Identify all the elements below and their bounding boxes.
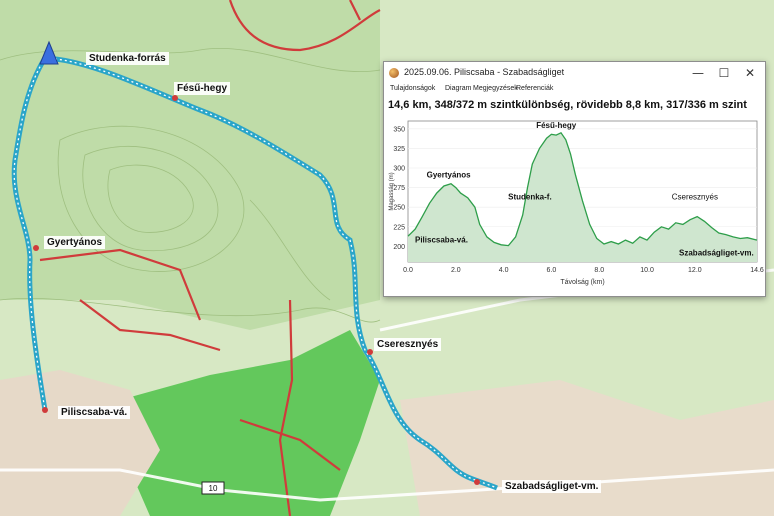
y-tick-label: 300 — [393, 166, 405, 173]
x-tick-label: 14.6 — [750, 267, 764, 274]
x-tick-label: 12.0 — [688, 267, 702, 274]
map-label-studenka-forras: Studenka-forrás — [86, 52, 169, 65]
chart-annotation: Gyertyános — [427, 170, 472, 179]
menu-bar: Tulajdonságok Diagram Megjegyzések Refer… — [384, 84, 765, 97]
app-icon — [389, 68, 399, 78]
y-tick-label: 350 — [393, 126, 405, 133]
y-axis-label: Magasság (m) — [389, 172, 395, 210]
chart-annotation: Szabadságliget-vm. — [679, 249, 754, 258]
menu-diagram[interactable]: Diagram — [445, 85, 471, 92]
y-tick-label: 325 — [393, 146, 405, 153]
x-tick-label: 2.0 — [451, 267, 461, 274]
chart-annotation: Fésű-hegy — [536, 121, 577, 130]
map-label-cseresznyes: Cseresznyés — [374, 338, 442, 351]
waypoint-dot — [367, 349, 373, 355]
menu-notes[interactable]: Megjegyzések — [473, 85, 518, 92]
map-label-gyertyanos: Gyertyános — [44, 236, 106, 249]
map-label-piliscsaba-va: Piliscsaba-vá. — [58, 406, 131, 419]
road-number: 10 — [209, 484, 218, 493]
y-tick-label: 275 — [393, 185, 405, 192]
chart-annotation: Cseresznyés — [672, 192, 718, 201]
x-tick-label: 4.0 — [499, 267, 509, 274]
route-summary: 14,6 km, 348/372 m szintkülönbség, rövid… — [388, 99, 747, 111]
minimize-button[interactable]: — — [687, 64, 709, 82]
menu-properties[interactable]: Tulajdonságok — [390, 85, 435, 92]
maximize-button[interactable]: ☐ — [713, 64, 735, 82]
menu-references[interactable]: Referenciák — [516, 85, 553, 92]
road-number-badge: 10 — [201, 481, 225, 495]
y-tick-label: 200 — [393, 244, 405, 251]
x-axis-label: Távolság (km) — [560, 279, 604, 286]
close-button[interactable]: ✕ — [739, 64, 761, 82]
elevation-chart: 200 225 250 275 300 325 350 0.0 2.0 4.0 6.0 8.0 10.0… — [389, 120, 764, 286]
window-title: 2025.09.06. Piliscsaba - Szabadságliget — [404, 67, 565, 77]
x-tick-label: 8.0 — [594, 267, 604, 274]
chart-annotation: Piliscsaba-vá. — [415, 235, 468, 244]
x-tick-label: 10.0 — [640, 267, 654, 274]
x-tick-label: 6.0 — [547, 267, 557, 274]
waypoint-dot — [172, 95, 178, 101]
waypoint-dot — [33, 245, 39, 251]
map-label-szabadsagliget-vm: Szabadságliget-vm. — [502, 480, 602, 493]
x-tick-label: 0.0 — [403, 267, 413, 274]
elevation-profile-window[interactable]: 2025.09.06. Piliscsaba - Szabadságliget … — [383, 61, 766, 297]
waypoint-dot — [474, 479, 480, 485]
map-label-fesu-hegy: Fésű-hegy — [174, 82, 231, 95]
waypoint-dot — [42, 407, 48, 413]
y-tick-label: 225 — [393, 224, 405, 231]
y-tick-label: 250 — [393, 205, 405, 212]
window-titlebar[interactable]: 2025.09.06. Piliscsaba - Szabadságliget … — [384, 62, 765, 84]
chart-annotation: Studenka-f. — [508, 192, 552, 201]
